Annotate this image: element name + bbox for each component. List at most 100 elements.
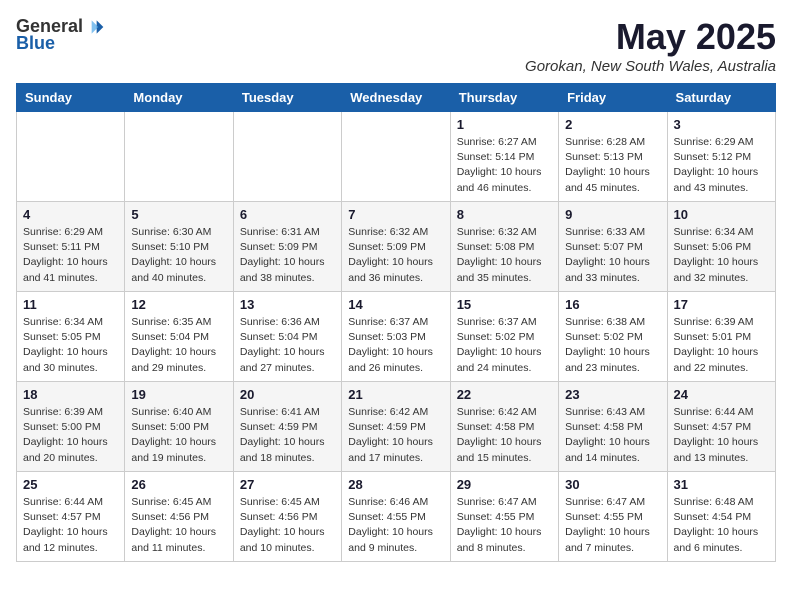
calendar-cell [17, 112, 125, 202]
calendar-cell: 28 Sunrise: 6:46 AM Sunset: 4:55 PM Dayli… [342, 472, 450, 562]
day-info: Sunrise: 6:47 AM Sunset: 4:55 PM Dayligh… [457, 495, 552, 556]
day-number: 17 [674, 297, 769, 312]
day-info: Sunrise: 6:45 AM Sunset: 4:56 PM Dayligh… [240, 495, 335, 556]
day-info: Sunrise: 6:30 AM Sunset: 5:10 PM Dayligh… [131, 225, 226, 286]
day-info: Sunrise: 6:32 AM Sunset: 5:08 PM Dayligh… [457, 225, 552, 286]
day-info: Sunrise: 6:27 AM Sunset: 5:14 PM Dayligh… [457, 135, 552, 196]
calendar-cell: 21 Sunrise: 6:42 AM Sunset: 4:59 PM Dayli… [342, 382, 450, 472]
calendar-cell: 30 Sunrise: 6:47 AM Sunset: 4:55 PM Dayli… [559, 472, 667, 562]
day-number: 1 [457, 117, 552, 132]
weekday-header: Sunday [17, 84, 125, 112]
day-info: Sunrise: 6:45 AM Sunset: 4:56 PM Dayligh… [131, 495, 226, 556]
day-number: 23 [565, 387, 660, 402]
day-number: 24 [674, 387, 769, 402]
calendar-cell: 16Sunrise: 6:38 AM Sunset: 5:02 PM Dayli… [559, 292, 667, 382]
day-number: 10 [674, 207, 769, 222]
calendar-cell: 20Sunrise: 6:41 AM Sunset: 4:59 PM Dayli… [233, 382, 341, 472]
day-info: Sunrise: 6:33 AM Sunset: 5:07 PM Dayligh… [565, 225, 660, 286]
day-info: Sunrise: 6:38 AM Sunset: 5:02 PM Dayligh… [565, 315, 660, 376]
day-info: Sunrise: 6:34 AM Sunset: 5:05 PM Dayligh… [23, 315, 118, 376]
day-number: 25 [23, 477, 118, 492]
day-number: 30 [565, 477, 660, 492]
day-number: 27 [240, 477, 335, 492]
day-number: 26 [131, 477, 226, 492]
calendar-week: 18 Sunrise: 6:39 AM Sunset: 5:00 PM Dayli… [17, 382, 776, 472]
day-number: 6 [240, 207, 335, 222]
day-info: Sunrise: 6:46 AM Sunset: 4:55 PM Dayligh… [348, 495, 443, 556]
day-info: Sunrise: 6:40 AM Sunset: 5:00 PM Dayligh… [131, 405, 226, 466]
weekday-header: Monday [125, 84, 233, 112]
day-info: Sunrise: 6:44 AM Sunset: 4:57 PM Dayligh… [23, 495, 118, 556]
calendar-cell: 19 Sunrise: 6:40 AM Sunset: 5:00 PM Dayli… [125, 382, 233, 472]
day-number: 31 [674, 477, 769, 492]
calendar-cell: 11 Sunrise: 6:34 AM Sunset: 5:05 PM Dayli… [17, 292, 125, 382]
calendar-cell: 29 Sunrise: 6:47 AM Sunset: 4:55 PM Dayli… [450, 472, 558, 562]
logo: General Blue [16, 16, 105, 54]
calendar-cell: 6Sunrise: 6:31 AM Sunset: 5:09 PM Daylig… [233, 202, 341, 292]
day-number: 21 [348, 387, 443, 402]
calendar-cell [125, 112, 233, 202]
day-number: 22 [457, 387, 552, 402]
calendar-cell: 27 Sunrise: 6:45 AM Sunset: 4:56 PM Dayli… [233, 472, 341, 562]
day-info: Sunrise: 6:44 AM Sunset: 4:57 PM Dayligh… [674, 405, 769, 466]
day-number: 2 [565, 117, 660, 132]
day-number: 8 [457, 207, 552, 222]
logo-icon [85, 17, 105, 37]
weekday-header: Friday [559, 84, 667, 112]
calendar-cell: 4 Sunrise: 6:29 AM Sunset: 5:11 PM Daylig… [17, 202, 125, 292]
day-info: Sunrise: 6:47 AM Sunset: 4:55 PM Dayligh… [565, 495, 660, 556]
day-number: 18 [23, 387, 118, 402]
day-number: 28 [348, 477, 443, 492]
day-info: Sunrise: 6:39 AM Sunset: 5:01 PM Dayligh… [674, 315, 769, 376]
calendar-cell: 9 Sunrise: 6:33 AM Sunset: 5:07 PM Daylig… [559, 202, 667, 292]
day-info: Sunrise: 6:36 AM Sunset: 5:04 PM Dayligh… [240, 315, 335, 376]
calendar-cell [342, 112, 450, 202]
calendar-cell: 31Sunrise: 6:48 AM Sunset: 4:54 PM Dayli… [667, 472, 775, 562]
day-number: 5 [131, 207, 226, 222]
calendar-cell: 3Sunrise: 6:29 AM Sunset: 5:12 PM Daylig… [667, 112, 775, 202]
calendar-cell: 15 Sunrise: 6:37 AM Sunset: 5:02 PM Dayli… [450, 292, 558, 382]
day-info: Sunrise: 6:42 AM Sunset: 4:58 PM Dayligh… [457, 405, 552, 466]
day-info: Sunrise: 6:39 AM Sunset: 5:00 PM Dayligh… [23, 405, 118, 466]
page-header: General Blue May 2025 Gorokan, New South… [16, 16, 776, 75]
title-block: May 2025 Gorokan, New South Wales, Austr… [525, 16, 776, 75]
calendar-week: 25 Sunrise: 6:44 AM Sunset: 4:57 PM Dayli… [17, 472, 776, 562]
day-number: 12 [131, 297, 226, 312]
calendar-cell: 1 Sunrise: 6:27 AM Sunset: 5:14 PM Daylig… [450, 112, 558, 202]
day-info: Sunrise: 6:32 AM Sunset: 5:09 PM Dayligh… [348, 225, 443, 286]
day-info: Sunrise: 6:37 AM Sunset: 5:03 PM Dayligh… [348, 315, 443, 376]
calendar-cell: 18 Sunrise: 6:39 AM Sunset: 5:00 PM Dayli… [17, 382, 125, 472]
day-info: Sunrise: 6:42 AM Sunset: 4:59 PM Dayligh… [348, 405, 443, 466]
day-number: 13 [240, 297, 335, 312]
day-number: 19 [131, 387, 226, 402]
calendar-cell: 17 Sunrise: 6:39 AM Sunset: 5:01 PM Dayli… [667, 292, 775, 382]
day-number: 3 [674, 117, 769, 132]
day-info: Sunrise: 6:43 AM Sunset: 4:58 PM Dayligh… [565, 405, 660, 466]
calendar-week: 11 Sunrise: 6:34 AM Sunset: 5:05 PM Dayli… [17, 292, 776, 382]
day-info: Sunrise: 6:34 AM Sunset: 5:06 PM Dayligh… [674, 225, 769, 286]
calendar-cell: 24 Sunrise: 6:44 AM Sunset: 4:57 PM Dayli… [667, 382, 775, 472]
day-number: 9 [565, 207, 660, 222]
day-info: Sunrise: 6:28 AM Sunset: 5:13 PM Dayligh… [565, 135, 660, 196]
weekday-header: Thursday [450, 84, 558, 112]
calendar-body: 1 Sunrise: 6:27 AM Sunset: 5:14 PM Daylig… [17, 112, 776, 562]
calendar-cell: 5 Sunrise: 6:30 AM Sunset: 5:10 PM Daylig… [125, 202, 233, 292]
calendar-cell: 13 Sunrise: 6:36 AM Sunset: 5:04 PM Dayli… [233, 292, 341, 382]
weekday-header: Tuesday [233, 84, 341, 112]
calendar-cell: 23 Sunrise: 6:43 AM Sunset: 4:58 PM Dayli… [559, 382, 667, 472]
location: Gorokan, New South Wales, Australia [525, 58, 776, 75]
logo-blue: Blue [16, 33, 55, 54]
weekday-header: Wednesday [342, 84, 450, 112]
day-number: 4 [23, 207, 118, 222]
day-number: 15 [457, 297, 552, 312]
day-number: 29 [457, 477, 552, 492]
day-number: 7 [348, 207, 443, 222]
calendar-week: 4 Sunrise: 6:29 AM Sunset: 5:11 PM Daylig… [17, 202, 776, 292]
calendar-cell: 12Sunrise: 6:35 AM Sunset: 5:04 PM Dayli… [125, 292, 233, 382]
calendar-cell: 10 Sunrise: 6:34 AM Sunset: 5:06 PM Dayli… [667, 202, 775, 292]
day-info: Sunrise: 6:29 AM Sunset: 5:11 PM Dayligh… [23, 225, 118, 286]
calendar-cell: 7 Sunrise: 6:32 AM Sunset: 5:09 PM Daylig… [342, 202, 450, 292]
day-info: Sunrise: 6:37 AM Sunset: 5:02 PM Dayligh… [457, 315, 552, 376]
calendar-week: 1 Sunrise: 6:27 AM Sunset: 5:14 PM Daylig… [17, 112, 776, 202]
day-number: 11 [23, 297, 118, 312]
